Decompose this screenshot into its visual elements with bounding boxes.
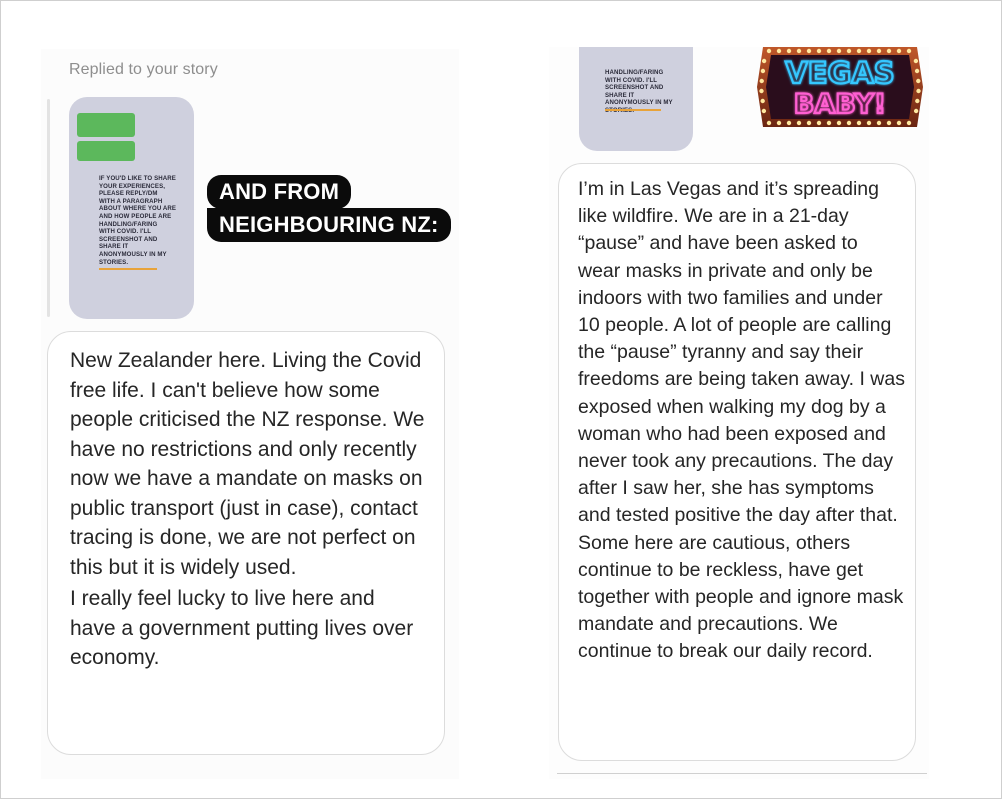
dm-panel-vegas: HANDLING/FARING WITH COVID. I'LL SCREENS…: [549, 47, 929, 779]
screenshot-frame: Replied to your story IF YOU'D LIKE TO S…: [0, 0, 1002, 799]
story-reply-indicator: [47, 99, 50, 317]
message-bubble-nz[interactable]: New Zealander here. Living the Covid fre…: [47, 331, 445, 755]
story-thumbnail[interactable]: HANDLING/FARING WITH COVID. I'LL SCREENS…: [579, 47, 693, 151]
marquee-bulb: [916, 88, 921, 94]
marquee-bulb: [760, 68, 766, 74]
marquee-bulb: [866, 48, 872, 54]
caption-line-1: AND FROM: [207, 175, 352, 209]
message-paragraph: I really feel lucky to live here and hav…: [70, 587, 414, 669]
marquee-bulb: [760, 98, 765, 104]
marquee-bulb: [766, 120, 772, 126]
marquee-bulb: [816, 48, 822, 54]
vegas-baby-sticker: VEGAS BABY!: [755, 43, 925, 131]
marquee-bulb: [786, 48, 792, 54]
marquee-bulb: [796, 120, 802, 126]
sticker-line-1: VEGAS: [785, 56, 894, 90]
marquee-bulb: [916, 78, 921, 84]
message-paragraph: I’m in Las Vegas and it’s spreading like…: [578, 178, 905, 663]
divider: [557, 773, 927, 774]
story-thumbnail[interactable]: IF YOU'D LIKE TO SHARE YOUR EXPERIENCES,…: [69, 97, 194, 319]
marquee-bulb: [816, 120, 822, 126]
marquee-bulb: [906, 120, 912, 126]
marquee-bulb: [846, 48, 852, 54]
marquee-bulb: [826, 48, 832, 54]
marquee-bulb: [856, 120, 862, 126]
marquee-bulb: [776, 120, 782, 126]
marquee-bulb: [796, 48, 802, 54]
marquee-bulb: [761, 58, 767, 64]
marquee-bulb: [886, 48, 892, 54]
thumbnail-prompt-text: IF YOU'D LIKE TO SHARE YOUR EXPERIENCES,…: [99, 175, 177, 266]
marquee-bulb: [866, 120, 872, 126]
message-paragraph: New Zealander here. Living the Covid fre…: [70, 349, 425, 579]
replied-to-story-label: Replied to your story: [69, 61, 218, 78]
sticker-line-2: BABY!: [794, 89, 886, 120]
marquee-bulb: [914, 68, 920, 74]
story-caption-tag: AND FROM NEIGHBOURING NZ:: [207, 175, 451, 245]
marquee-bulb: [836, 120, 842, 126]
message-bubble-vegas[interactable]: I’m in Las Vegas and it’s spreading like…: [558, 163, 916, 761]
thumbnail-message-green-2: [77, 141, 135, 161]
marquee-bulb: [886, 120, 892, 126]
marquee-bulb: [846, 120, 852, 126]
dm-panel-nz: Replied to your story IF YOU'D LIKE TO S…: [41, 49, 459, 779]
thumbnail-message-green-1: [77, 113, 135, 137]
marquee-bulb: [766, 48, 772, 54]
thumbnail-prompt-text: HANDLING/FARING WITH COVID. I'LL SCREENS…: [605, 69, 673, 114]
marquee-bulb: [761, 108, 767, 114]
marquee-bulb: [786, 120, 792, 126]
marquee-bulb: [806, 48, 812, 54]
marquee-bulb: [876, 120, 882, 126]
thumbnail-highlight-underline: [99, 268, 157, 270]
marquee-bulb: [836, 48, 842, 54]
marquee-bulb: [776, 48, 782, 54]
marquee-bulb: [759, 88, 764, 94]
marquee-bulb: [913, 58, 919, 64]
marquee-bulb: [759, 78, 764, 84]
marquee-bulb: [913, 108, 919, 114]
marquee-bulb: [826, 120, 832, 126]
marquee-bulb: [806, 120, 812, 126]
neon-sign-graphic: VEGAS BABY!: [757, 47, 923, 127]
caption-line-2: NEIGHBOURING NZ:: [207, 208, 451, 242]
thumbnail-highlight-underline: [605, 109, 661, 111]
marquee-bulb: [906, 48, 912, 54]
marquee-bulb: [896, 48, 902, 54]
marquee-bulb: [896, 120, 902, 126]
marquee-bulb: [876, 48, 882, 54]
marquee-bulb: [856, 48, 862, 54]
marquee-bulb: [915, 98, 920, 104]
